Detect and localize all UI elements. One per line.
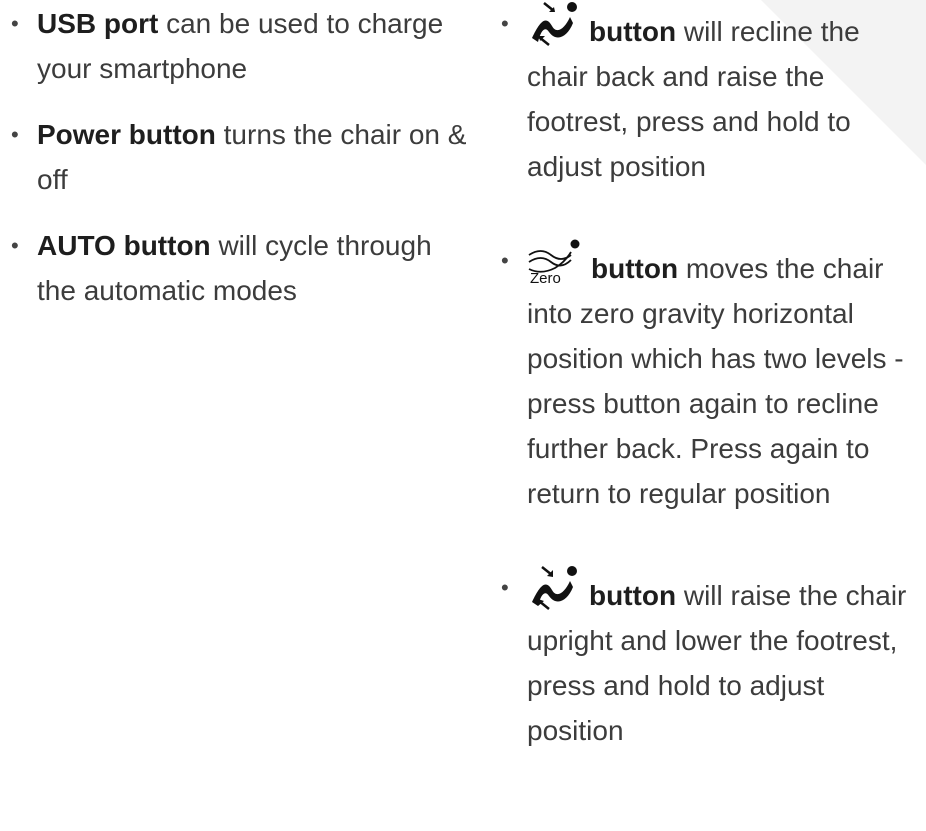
feature-name: Power button	[37, 119, 216, 150]
feature-description: will raise the chair upright and lower t…	[527, 580, 907, 746]
bullet: •	[501, 11, 509, 36]
list-item: • USB port can be used to charge your sm…	[11, 1, 467, 91]
zero-gravity-icon: Zero	[528, 239, 580, 284]
bullet: •	[11, 122, 19, 147]
zero-icon-label: Zero	[530, 270, 561, 284]
list-item: • Zero button moves the chair into zero …	[501, 238, 926, 516]
bullet: •	[501, 575, 509, 600]
feature-name: USB port	[37, 8, 159, 39]
feature-description: moves the chair into zero gravity horizo…	[527, 253, 904, 509]
recline-icon	[532, 2, 577, 46]
list-item: • button will raise the chair upright an…	[501, 565, 926, 753]
list-item: • Power button turns the chair on & off	[11, 112, 467, 202]
list-item: • AUTO button will cycle through the aut…	[11, 223, 467, 313]
upright-icon	[532, 566, 577, 610]
bullet: •	[11, 11, 19, 36]
feature-name: button	[589, 16, 677, 47]
left-feature-list: • USB port can be used to charge your sm…	[11, 1, 467, 334]
right-feature-list: • button will recline the chair back and…	[501, 1, 926, 802]
feature-name: button	[589, 580, 677, 611]
bullet: •	[11, 233, 19, 258]
bullet: •	[501, 248, 509, 273]
feature-name: button	[591, 253, 679, 284]
feature-name: AUTO button	[37, 230, 211, 261]
list-item: • button will recline the chair back and…	[501, 1, 926, 189]
